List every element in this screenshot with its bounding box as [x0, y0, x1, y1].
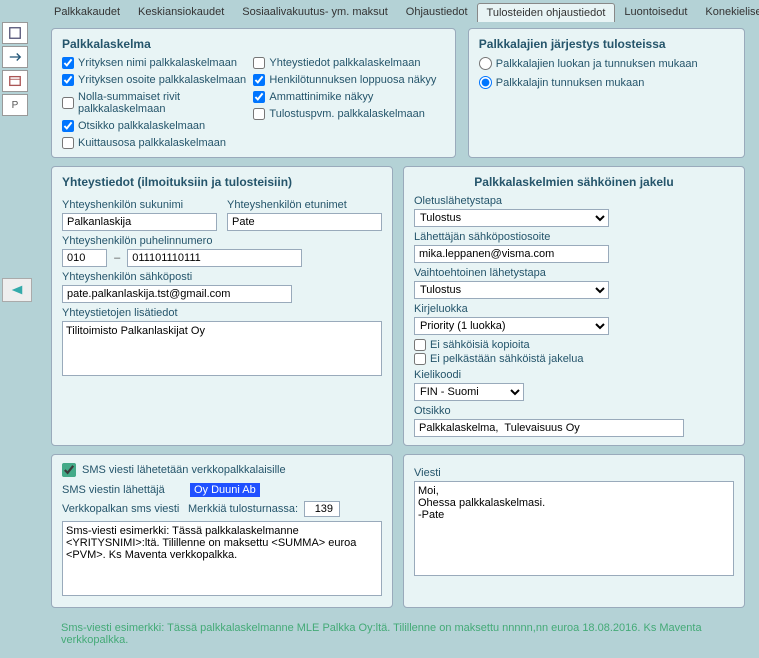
- chk-company-name[interactable]: [62, 57, 74, 69]
- nav-arrow-icon[interactable]: [2, 278, 32, 302]
- contact-panel: Yhteystiedot (ilmoituksiin ja tulosteisi…: [51, 166, 393, 446]
- phone-prefix-input[interactable]: [62, 249, 107, 267]
- extra-textarea[interactable]: Tilitoimisto Palkanlaskijat Oy: [62, 321, 382, 376]
- sidebar-icon-1[interactable]: [2, 22, 28, 44]
- default-send-label: Oletuslähetystapa: [414, 195, 734, 207]
- payslip-title: Palkkalaskelma: [62, 37, 445, 51]
- chk-not-only-e[interactable]: [414, 353, 426, 365]
- firstname-input[interactable]: [227, 213, 382, 231]
- chars-value: 139: [304, 501, 340, 517]
- chk-zero-rows[interactable]: [62, 97, 74, 109]
- footer-example-text: Sms-viesti esimerkki: Tässä palkkalaskel…: [51, 616, 745, 652]
- tab-palkkakaudet[interactable]: Palkkakaudet: [45, 3, 129, 22]
- chk-jobtitle[interactable]: [253, 91, 265, 103]
- tab-tulosteiden[interactable]: Tulosteiden ohjaustiedot: [477, 3, 616, 22]
- phone-label: Yhteyshenkilön puhelinnumero: [62, 235, 382, 247]
- firstname-label: Yhteyshenkilön etunimet: [227, 199, 382, 211]
- message-label: Viesti: [414, 467, 734, 479]
- chars-label: Merkkiä tulosturnassa:: [188, 503, 298, 515]
- radio-class-code[interactable]: [479, 57, 492, 70]
- order-panel: Palkkalajien järjestys tulosteissa Palkk…: [468, 28, 745, 158]
- chk-company-addr[interactable]: [62, 74, 74, 86]
- tab-konekieliset[interactable]: Konekieliset aineistot: [696, 3, 759, 22]
- order-title: Palkkalajien järjestys tulosteissa: [479, 37, 734, 51]
- sender-email-input[interactable]: [414, 245, 609, 263]
- chk-title[interactable]: [62, 120, 74, 132]
- lang-select[interactable]: FIN - Suomi: [414, 383, 524, 401]
- sms-msg-label: Verkkopalkan sms viesti: [62, 503, 182, 515]
- chk-receipt[interactable]: [62, 137, 74, 149]
- tab-luontoisedut[interactable]: Luontoisedut: [615, 3, 696, 22]
- sidebar-icon-2[interactable]: [2, 46, 28, 68]
- sms-panel: SMS viesti lähetetään verkkopalkkalaisil…: [51, 454, 393, 608]
- sms-textarea[interactable]: Sms-viesti esimerkki: Tässä palkkalaskel…: [62, 521, 382, 596]
- sms-sender-input[interactable]: Oy Duuni Ab: [190, 483, 260, 497]
- message-textarea[interactable]: Moi, Ohessa palkkalaskelmasi. -Pate: [414, 481, 734, 576]
- alt-send-select[interactable]: Tulostus: [414, 281, 609, 299]
- sms-sender-label: SMS viestin lähettäjä: [62, 484, 182, 496]
- payslip-panel: Palkkalaskelma Yrityksen nimi palkkalask…: [51, 28, 456, 158]
- chk-printdate[interactable]: [253, 108, 265, 120]
- dist-title: Palkkalaskelmien sähköinen jakelu: [414, 175, 734, 189]
- surname-input[interactable]: [62, 213, 217, 231]
- default-send-select[interactable]: Tulostus: [414, 209, 609, 227]
- sidebar-p-button[interactable]: P: [2, 94, 28, 116]
- message-panel: Viesti Moi, Ohessa palkkalaskelmasi. -Pa…: [403, 454, 745, 608]
- sidebar-icon-3[interactable]: [2, 70, 28, 92]
- dist-title-input[interactable]: [414, 419, 684, 437]
- email-label: Yhteyshenkilön sähköposti: [62, 271, 382, 283]
- alt-send-label: Vaihtoehtoinen lähetystapa: [414, 267, 734, 279]
- chk-no-ecopy[interactable]: [414, 339, 426, 351]
- tab-keskiansiokaudet[interactable]: Keskiansiokaudet: [129, 3, 233, 22]
- chk-sms-send[interactable]: [62, 463, 76, 477]
- tab-ohjaustiedot[interactable]: Ohjaustiedot: [397, 3, 477, 22]
- tab-bar: Palkkakaudet Keskiansiokaudet Sosiaaliva…: [0, 0, 759, 22]
- email-input[interactable]: [62, 285, 292, 303]
- sender-email-label: Lähettäjän sähköpostiosoite: [414, 231, 734, 243]
- distribution-panel: Palkkalaskelmien sähköinen jakelu Oletus…: [403, 166, 745, 446]
- letter-class-label: Kirjeluokka: [414, 303, 734, 315]
- letter-class-select[interactable]: Priority (1 luokka): [414, 317, 609, 335]
- phone-number-input[interactable]: [127, 249, 302, 267]
- lang-label: Kielikoodi: [414, 369, 734, 381]
- extra-label: Yhteystietojen lisätiedot: [62, 307, 382, 319]
- chk-ssn[interactable]: [253, 74, 265, 86]
- chk-contact[interactable]: [253, 57, 265, 69]
- tab-sosiaalivakuutus[interactable]: Sosiaalivakuutus- ym. maksut: [233, 3, 397, 22]
- dist-title-label: Otsikko: [414, 405, 734, 417]
- contact-title: Yhteystiedot (ilmoituksiin ja tulosteisi…: [62, 175, 382, 189]
- radio-code[interactable]: [479, 76, 492, 89]
- surname-label: Yhteyshenkilön sukunimi: [62, 199, 217, 211]
